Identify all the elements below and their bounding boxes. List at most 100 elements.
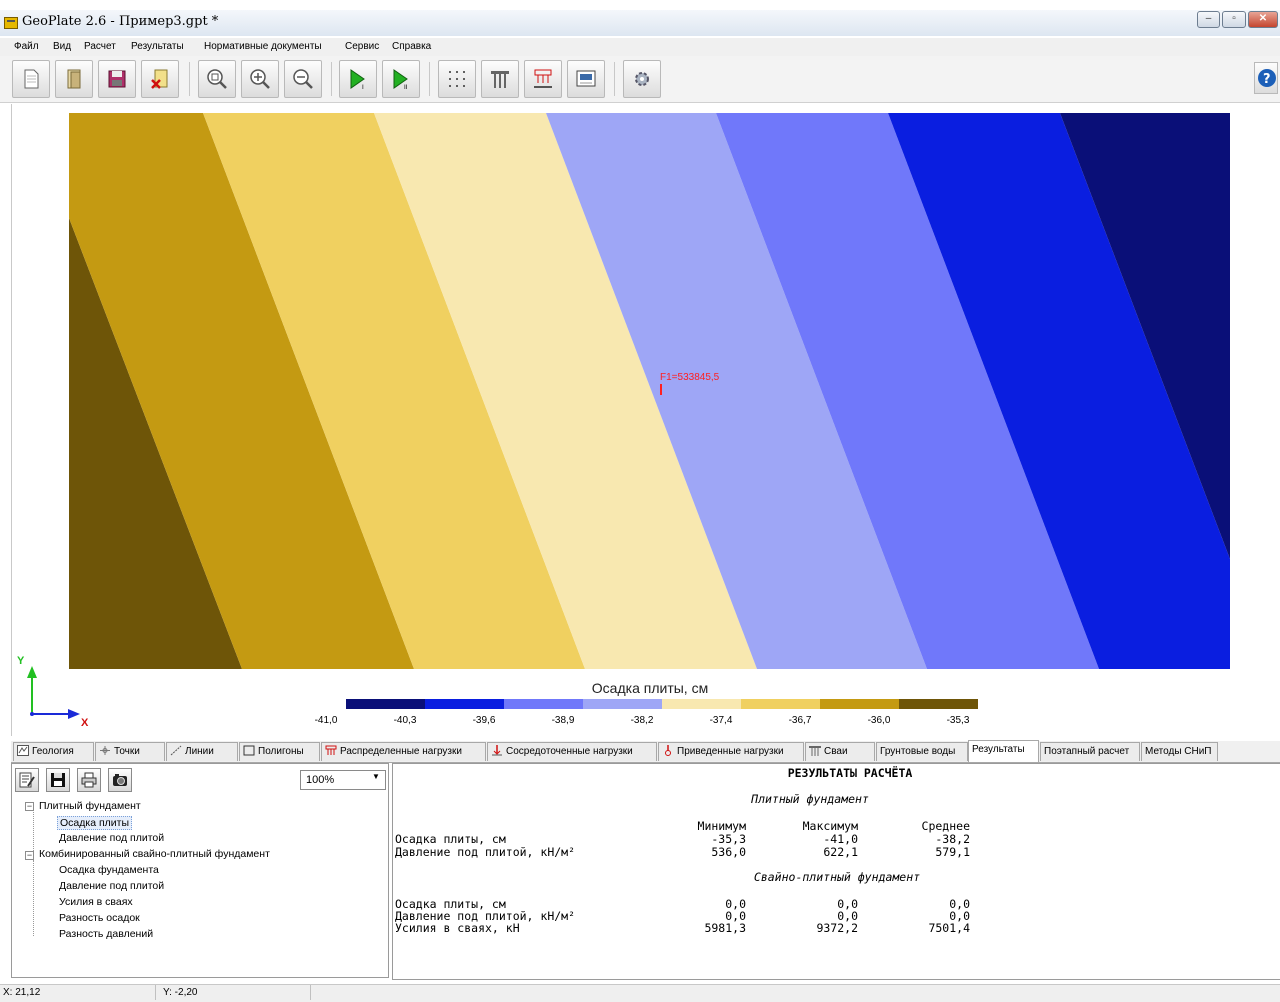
tab-point-loads[interactable]: Сосредоточенные нагрузки	[487, 742, 657, 761]
open-file-icon	[67, 69, 81, 89]
zoom-out-icon	[293, 69, 313, 89]
legend-tick: -38,2	[630, 715, 654, 726]
tree-item-pile-forces[interactable]: Усилия в сваях	[59, 896, 133, 908]
tab-results[interactable]: Результаты	[968, 740, 1039, 762]
tab-groundwater[interactable]: Грунтовые воды	[876, 742, 968, 761]
zoom-fit-button[interactable]	[198, 60, 236, 98]
settlement-contour-plot[interactable]	[69, 113, 1230, 669]
section-title: Свайно-плитный фундамент	[753, 870, 921, 884]
zoom-out-button[interactable]	[284, 60, 322, 98]
print-button[interactable]	[77, 768, 101, 792]
camera-button[interactable]	[108, 768, 132, 792]
toolbar-separator	[331, 62, 332, 96]
tab-piles[interactable]: Сваи	[805, 742, 875, 761]
section-title: Плитный фундамент	[751, 792, 869, 806]
tree-item-settlement-difference[interactable]: Разность осадок	[59, 912, 140, 924]
legend-swatch	[583, 699, 663, 709]
tree-item-pressure-difference[interactable]: Разность давлений	[59, 928, 153, 940]
tab-label: Методы СНиП	[1145, 746, 1212, 757]
close-file-button[interactable]	[141, 60, 179, 98]
tab-distributed-loads[interactable]: Распределенные нагрузки	[321, 742, 486, 761]
save-report-button[interactable]	[46, 768, 70, 792]
legend-swatch	[662, 699, 742, 709]
tab-label: Распределенные нагрузки	[340, 746, 462, 757]
camera-icon	[113, 774, 127, 786]
polygons-icon	[243, 745, 255, 756]
legend-tick: -36,7	[788, 715, 812, 726]
value-max: -41,0	[823, 832, 858, 846]
legend-tick: -35,3	[946, 715, 970, 726]
help-icon: ?	[1258, 69, 1276, 87]
tab-label: Сваи	[824, 746, 848, 757]
run-calc-1-button[interactable]: I	[339, 60, 377, 98]
menu-norms[interactable]: Нормативные документы	[204, 41, 322, 52]
new-file-button[interactable]	[12, 60, 50, 98]
tree-node-slab-foundation[interactable]: Плитный фундамент	[39, 800, 141, 812]
save-icon	[51, 773, 65, 787]
tab-reduced-loads[interactable]: Приведенные нагрузки	[658, 742, 804, 761]
tree-item-foundation-settlement[interactable]: Осадка фундамента	[59, 864, 159, 876]
chevron-down-icon[interactable]: ▼	[372, 772, 380, 781]
run-calc-1-icon: I	[350, 69, 365, 90]
legend-tick: -37,4	[709, 715, 733, 726]
minimize-button[interactable]: ‒	[1197, 11, 1220, 28]
zoom-in-button[interactable]	[241, 60, 279, 98]
legend-tick: -39,6	[472, 715, 496, 726]
tab-label: Сосредоточенные нагрузки	[506, 746, 633, 757]
menu-results[interactable]: Результаты	[131, 41, 184, 52]
lines-icon	[170, 745, 182, 756]
edit-report-button[interactable]	[15, 768, 39, 792]
help-button[interactable]: ?	[1254, 62, 1278, 94]
menu-file[interactable]: Файл	[14, 41, 39, 52]
tree-item-slab-settlement[interactable]: Осадка плиты	[57, 816, 132, 830]
tab-label: Линии	[185, 746, 214, 757]
report-button[interactable]	[567, 60, 605, 98]
grid-button[interactable]	[438, 60, 476, 98]
tab-points[interactable]: Точки	[95, 742, 165, 761]
zoom-fit-icon	[207, 69, 227, 89]
menu-service[interactable]: Сервис	[345, 41, 379, 52]
maximize-button[interactable]: ▫	[1222, 11, 1246, 28]
collapse-icon[interactable]: −	[25, 802, 34, 811]
tab-lines[interactable]: Линии	[166, 742, 238, 761]
legend-title: Осадка плиты, см	[591, 680, 709, 696]
run-calc-2-button[interactable]: II	[382, 60, 420, 98]
tree-item-slab-pressure[interactable]: Давление под плитой	[59, 832, 164, 844]
value-avg: 7501,4	[928, 921, 970, 935]
tree-item-combined-pressure[interactable]: Давление под плитой	[59, 880, 164, 892]
close-button[interactable]: ✕	[1248, 11, 1278, 28]
save-button[interactable]	[98, 60, 136, 98]
menu-help[interactable]: Справка	[392, 41, 431, 52]
toolbar-separator	[429, 62, 430, 96]
tab-polygons[interactable]: Полигоны	[239, 742, 320, 761]
tree-node-combined-foundation[interactable]: Комбинированный свайно-плитный фундамент	[39, 848, 270, 860]
status-separator	[155, 985, 156, 1000]
collapse-icon[interactable]: −	[25, 851, 34, 860]
tab-geology[interactable]: Геология	[13, 742, 94, 761]
tab-label: Приведенные нагрузки	[677, 746, 784, 757]
piles-button[interactable]	[481, 60, 519, 98]
row-label: Давление под плитой, кН/м²	[395, 845, 576, 859]
tab-label: Результаты	[972, 744, 1025, 755]
axis-indicator	[27, 666, 80, 719]
tab-snip-methods[interactable]: Методы СНиП	[1141, 742, 1218, 761]
menu-view[interactable]: Вид	[53, 41, 71, 52]
toolbar-separator	[614, 62, 615, 96]
loads-button[interactable]	[524, 60, 562, 98]
tab-label: Поэтапный расчет	[1044, 746, 1130, 757]
value-avg: 579,1	[935, 845, 970, 859]
column-header-avg: Среднее	[921, 819, 970, 833]
tab-label: Точки	[114, 746, 140, 757]
column-header-max: Максимум	[802, 819, 858, 833]
point-loads-icon	[492, 745, 502, 756]
status-x-coordinate: X: 21,12	[3, 987, 41, 998]
open-file-button[interactable]	[55, 60, 93, 98]
menu-bar	[0, 38, 1280, 56]
legend-swatch	[899, 699, 978, 709]
settings-button[interactable]	[623, 60, 661, 98]
legend-swatch	[820, 699, 900, 709]
tab-staged-calc[interactable]: Поэтапный расчет	[1040, 742, 1140, 761]
svg-text:II: II	[404, 84, 408, 90]
row-label: Осадка плиты, см	[395, 832, 506, 846]
menu-calc[interactable]: Расчет	[84, 41, 116, 52]
